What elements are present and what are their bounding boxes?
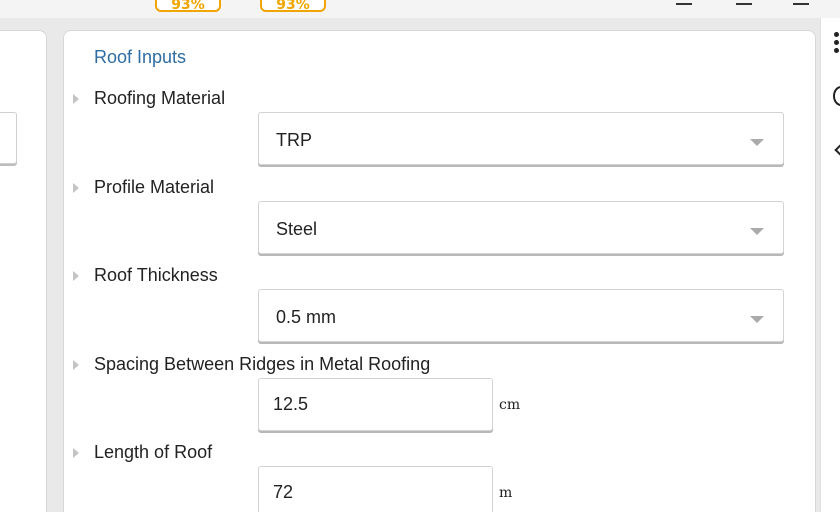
roof-thickness-select[interactable]: 0.5 mm — [258, 289, 784, 342]
caret-right-icon[interactable] — [73, 94, 79, 104]
roof-thickness-label: Roof Thickness — [94, 265, 218, 285]
roofing-material-label: Roofing Material — [94, 88, 226, 108]
chevron-down-icon — [750, 139, 764, 146]
roofing-material-select[interactable]: TRP — [258, 112, 784, 165]
top-strip: 93% 93% — [0, 0, 840, 18]
left-panel-field[interactable] — [0, 112, 17, 164]
ridge-spacing-input[interactable] — [258, 378, 493, 431]
caret-right-icon[interactable] — [73, 271, 79, 281]
ridge-spacing-unit: cm — [499, 397, 521, 413]
roof-length-input[interactable] — [258, 466, 493, 512]
card-title: Roof Inputs — [94, 47, 187, 67]
ridge-spacing-label: Spacing Between Ridges in Metal Roofing — [94, 354, 431, 374]
caret-right-icon[interactable] — [73, 360, 79, 370]
left-panel — [0, 30, 47, 512]
toolbar-icon[interactable] — [736, 0, 752, 5]
toolbar-icon[interactable] — [676, 0, 692, 5]
profile-material-select[interactable]: Steel — [258, 201, 784, 254]
select-value: 0.5 mm — [276, 307, 337, 327]
chevron-down-icon — [750, 228, 764, 235]
chevron-down-icon — [750, 316, 764, 323]
select-value: Steel — [276, 219, 318, 239]
select-value: TRP — [276, 130, 312, 150]
more-vertical-icon[interactable] — [834, 32, 840, 54]
profile-material-label: Profile Material — [94, 177, 215, 197]
roof-length-unit: m — [499, 485, 513, 501]
caret-right-icon[interactable] — [73, 448, 79, 458]
roof-length-label: Length of Roof — [94, 442, 213, 462]
caret-right-icon[interactable] — [73, 183, 79, 193]
score-badge: 93% — [260, 0, 326, 13]
toolbar-icon[interactable] — [793, 0, 809, 5]
score-badge: 93% — [155, 0, 221, 13]
